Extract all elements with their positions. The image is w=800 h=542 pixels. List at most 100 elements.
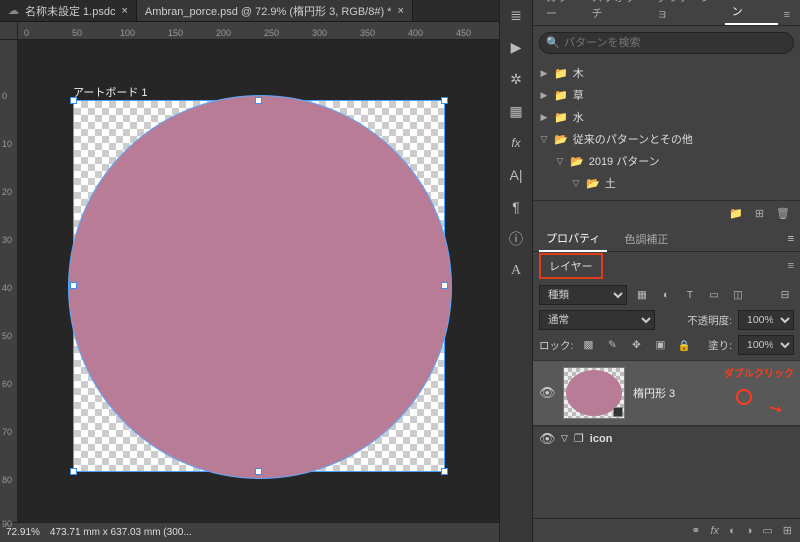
tab-layers[interactable]: レイヤー — [539, 253, 603, 279]
new-layer-icon[interactable]: ⊞ — [783, 524, 792, 537]
adjustment-icon[interactable]: ◑ — [746, 525, 753, 537]
chevron-down-icon: ▽ — [571, 178, 581, 189]
folder-icon: 📁 — [554, 67, 568, 80]
mask-icon[interactable]: ◐ — [729, 525, 736, 537]
transform-handle[interactable] — [70, 97, 77, 104]
new-item-icon[interactable]: ⊞ — [755, 207, 764, 220]
transform-handle[interactable] — [441, 282, 448, 289]
fx-icon[interactable]: fx — [711, 525, 720, 537]
wheel-icon[interactable]: ✲ — [505, 68, 527, 90]
close-icon[interactable]: × — [121, 5, 127, 17]
layer-row[interactable]: 👁 楕円形 3 ダブルクリック ➘ — [533, 360, 800, 426]
ruler-vertical[interactable]: 0 10 20 30 40 50 60 70 80 90 — [0, 40, 18, 522]
transform-handle[interactable] — [441, 97, 448, 104]
lock-label: ロック: — [539, 338, 573, 353]
tab-doc-2[interactable]: Ambran_porce.psd @ 72.9% (楕円形 3, RGB/8#)… — [137, 0, 413, 21]
tab-label: Ambran_porce.psd @ 72.9% (楕円形 3, RGB/8#)… — [145, 3, 392, 19]
transform-handle[interactable] — [255, 97, 262, 104]
layer-controls: 種類 ▦ ◐ T ▭ ◫ ⊟ 通常 不透明度: 100% ロック: ▩ ✎ ✥ … — [533, 280, 800, 360]
lock-all-icon[interactable]: 🔒 — [675, 336, 693, 354]
close-icon[interactable]: × — [397, 5, 403, 17]
glyph-icon[interactable]: A — [505, 260, 527, 282]
lock-paint-icon[interactable]: ✎ — [603, 336, 621, 354]
transform-handle[interactable] — [70, 282, 77, 289]
transform-handle[interactable] — [70, 468, 77, 475]
tree-folder[interactable]: ▶📁木 — [539, 62, 794, 84]
blend-mode-select[interactable]: 通常 — [539, 310, 655, 330]
folder-open-icon: 📂 — [570, 155, 584, 168]
tree-folder[interactable]: ▽📂2019 パターン — [539, 150, 794, 172]
status-bar: 72.91% 473.71 mm x 637.03 mm (300... — [0, 522, 499, 542]
collapsed-panel-rail: ≣ ▶ ✲ ▦ fx A| ¶ ⓘ A — [499, 0, 533, 542]
doc-dimensions: 473.71 mm x 637.03 mm (300... — [50, 527, 192, 538]
filter-adjust-icon[interactable]: ◐ — [657, 286, 675, 304]
filter-pixel-icon[interactable]: ▦ — [633, 286, 651, 304]
play-icon[interactable]: ▶ — [505, 36, 527, 58]
layer-thumbnail[interactable] — [563, 367, 625, 419]
link-icon[interactable]: ⚭ — [691, 524, 700, 537]
fill-select[interactable]: 100% — [738, 335, 794, 355]
document-area: 0 50 100 150 200 250 300 350 400 450 0 1… — [0, 22, 499, 522]
fill-label: 塗り: — [708, 338, 732, 353]
ruler-origin[interactable] — [0, 22, 18, 40]
new-folder-icon[interactable]: 📁 — [729, 207, 743, 220]
layer-panel-footer: ⚭ fx ◐ ◑ ▭ ⊞ — [533, 518, 800, 542]
ruler-horizontal[interactable]: 0 50 100 150 200 250 300 350 400 450 — [18, 22, 499, 40]
tab-gradient[interactable]: グラデーショ — [650, 0, 723, 25]
panel-menu-icon[interactable]: ≡ — [780, 5, 794, 25]
group-name[interactable]: icon — [590, 433, 613, 445]
folder-open-icon: 📂 — [554, 133, 568, 146]
annotation-arrow-icon: ➘ — [764, 397, 786, 421]
character-icon[interactable]: A| — [505, 164, 527, 186]
artboard-label[interactable]: アートボード 1 — [73, 84, 148, 100]
tab-pattern[interactable]: パターン — [725, 0, 778, 25]
document-tabs: ☁ 名称未設定 1.psdc × Ambran_porce.psd @ 72.9… — [0, 0, 499, 22]
transform-handle[interactable] — [255, 468, 262, 475]
tree-folder[interactable]: ▽📂従来のパターンとその他 — [539, 128, 794, 150]
visibility-icon[interactable]: 👁 — [539, 431, 555, 447]
shape-ellipse[interactable] — [68, 95, 452, 479]
lock-pos-icon[interactable]: ✥ — [627, 336, 645, 354]
tab-adjustments[interactable]: 色調補正 — [617, 227, 675, 251]
tab-swatch[interactable]: スウォッチ — [585, 0, 648, 25]
paragraph-icon[interactable]: ¶ — [505, 196, 527, 218]
tab-doc-1[interactable]: ☁ 名称未設定 1.psdc × — [0, 0, 137, 21]
filter-shape-icon[interactable]: ▭ — [705, 286, 723, 304]
transform-handle[interactable] — [441, 468, 448, 475]
trash-icon[interactable]: 🗑 — [776, 207, 790, 220]
layer-panel-tabs: レイヤー ≡ — [533, 252, 800, 280]
filter-smart-icon[interactable]: ◫ — [729, 286, 747, 304]
canvas[interactable]: アートボード 1 — [18, 40, 499, 522]
right-panels: カラー スウォッチ グラデーショ パターン ≡ 🔍 ▶📁木 ▶📁草 ▶📁水 ▽📂… — [533, 0, 800, 542]
artboard[interactable] — [73, 100, 445, 472]
search-icon: 🔍 — [546, 36, 560, 49]
info-icon[interactable]: ⓘ — [505, 228, 527, 250]
layer-name[interactable]: 楕円形 3 — [633, 385, 675, 401]
tab-color[interactable]: カラー — [539, 0, 583, 25]
group-icon[interactable]: ▭ — [762, 524, 772, 537]
panel-menu-icon[interactable]: ≡ — [788, 260, 794, 272]
layer-list: 👁 楕円形 3 ダブルクリック ➘ 👁 ▽ ❐ icon — [533, 360, 800, 518]
opacity-label: 不透明度: — [687, 313, 732, 328]
expand-icon[interactable]: ≣ — [505, 4, 527, 26]
layer-group-row[interactable]: 👁 ▽ ❐ icon — [533, 426, 800, 450]
opacity-select[interactable]: 100% — [738, 310, 794, 330]
tree-folder[interactable]: ▶📁水 — [539, 106, 794, 128]
filter-toggle[interactable]: ⊟ — [776, 286, 794, 304]
pattern-search-input[interactable] — [539, 32, 794, 54]
panel-menu-icon[interactable]: ≡ — [788, 233, 794, 245]
tree-folder[interactable]: ▽📂土 — [539, 172, 794, 194]
swatches-icon[interactable]: ▦ — [505, 100, 527, 122]
lock-trans-icon[interactable]: ▩ — [579, 336, 597, 354]
layer-filter-kind[interactable]: 種類 — [539, 285, 627, 305]
folder-open-icon: 📂 — [586, 177, 600, 190]
fx-icon[interactable]: fx — [505, 132, 527, 154]
properties-tabs: プロパティ 色調補正 ≡ — [533, 226, 800, 252]
chevron-down-icon: ▽ — [539, 134, 549, 145]
folder-icon: 📁 — [554, 89, 568, 102]
filter-type-icon[interactable]: T — [681, 286, 699, 304]
visibility-icon[interactable]: 👁 — [539, 385, 555, 401]
lock-artboard-icon[interactable]: ▣ — [651, 336, 669, 354]
tab-properties[interactable]: プロパティ — [539, 226, 607, 252]
tree-folder[interactable]: ▶📁草 — [539, 84, 794, 106]
